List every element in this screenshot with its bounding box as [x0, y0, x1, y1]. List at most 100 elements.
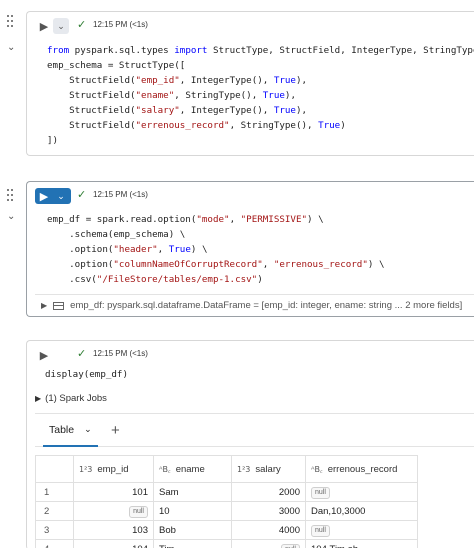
code-string: "errenous_record" — [135, 120, 230, 131]
code-editor[interactable]: emp_df = spark.read.option("mode", "PERM… — [27, 212, 474, 287]
code-string: "PERMISSIVE" — [240, 214, 308, 225]
table-cell-ename[interactable]: 10 — [153, 501, 232, 521]
code-editor[interactable]: from pyspark.sql.types import StructType… — [27, 43, 474, 148]
code-string: "columnNameOfCorruptRecord" — [113, 259, 263, 270]
table-cell-errenous_record[interactable]: null — [305, 482, 418, 502]
code-text: , IntegerType(), — [179, 105, 274, 116]
code-text: .option( — [47, 244, 114, 255]
table-row: 3 103 Bob 4000 null — [35, 520, 418, 540]
code-editor[interactable]: display(emp_df) — [27, 367, 474, 382]
code-line: StructField("errenous_record", StringTyp… — [47, 118, 474, 133]
code-text: StructField( — [47, 105, 136, 116]
cell-toolbar: ▶ ⌄ ✓ 12:15 PM (<1s) — [27, 182, 474, 208]
table-cell-ename[interactable]: Tim — [153, 539, 232, 548]
code-string: "emp_id" — [135, 75, 180, 86]
table-icon — [53, 301, 65, 310]
column-header-ename[interactable]: ᴬB꜀ ename — [153, 455, 232, 483]
code-text: StructField( — [47, 90, 136, 101]
null-badge: null — [129, 505, 148, 518]
code-keyword: True — [262, 90, 285, 101]
table-row: 2 null 10 3000 Dan,10,3000 — [35, 501, 418, 521]
chevron-down-icon[interactable]: ⌄ — [84, 424, 92, 435]
column-header-emp_id[interactable]: 1²3 emp_id — [73, 455, 154, 483]
table-cell-emp_id[interactable]: 104 — [73, 539, 154, 548]
run-cell-button[interactable]: ▶ — [35, 347, 71, 363]
cell-toolbar: ▶ ✓ 12:15 PM (<1s) — [27, 341, 474, 367]
check-icon: ✓ — [77, 348, 87, 360]
code-line: from pyspark.sql.types import StructType… — [47, 43, 474, 58]
play-icon[interactable]: ▶ — [35, 188, 53, 204]
code-string: "ename" — [135, 90, 175, 101]
dataframe-summary-text: emp_df: pyspark.sql.dataframe.DataFrame … — [70, 300, 463, 311]
table-cell-emp_id[interactable]: null — [73, 501, 154, 521]
run-status-time: 12:15 PM (<1s) — [93, 20, 148, 29]
code-text: , — [229, 214, 241, 225]
spark-jobs-toggle[interactable]: ▶ (1) Spark Jobs — [35, 393, 107, 404]
code-text: .schema(emp_schema) \ — [47, 229, 186, 240]
table-cell-emp_id[interactable]: 103 — [73, 520, 154, 540]
chevron-down-icon[interactable]: ⌄ — [53, 18, 69, 34]
table-cell-salary[interactable]: null — [231, 539, 306, 548]
collapse-chevron-icon[interactable]: ⌄ — [7, 211, 15, 222]
chevron-down-icon[interactable]: ⌄ — [53, 188, 69, 204]
table-cell-salary[interactable]: 3000 — [231, 501, 306, 521]
code-line: StructField("emp_id", IntegerType(), Tru… — [47, 73, 474, 88]
expand-triangle-icon[interactable]: ▶ — [41, 301, 47, 310]
null-badge: null — [311, 524, 330, 537]
table-cell-errenous_record[interactable]: Dan,10,3000 — [305, 501, 418, 521]
code-line: ]) — [47, 133, 474, 148]
add-tab-button[interactable]: + — [111, 422, 120, 439]
code-line: .option("columnNameOfCorruptRecord", "er… — [47, 257, 474, 272]
table-cell-salary[interactable]: 4000 — [231, 520, 306, 540]
run-cell-button[interactable]: ▶ ⌄ — [35, 188, 71, 204]
code-cell-2[interactable]: ▶ ⌄ ✓ 12:15 PM (<1s) emp_df = spark.read… — [26, 181, 474, 317]
code-text: ) — [257, 274, 263, 285]
code-text: , — [157, 244, 169, 255]
code-string: "/FileStore/tables/emp-1.csv" — [96, 274, 258, 285]
code-string: "header" — [113, 244, 158, 255]
code-string: "errenous_record" — [273, 259, 368, 270]
code-line: StructField("ename", StringType(), True)… — [47, 88, 474, 103]
table-row: 4104Tim null 104,Tim,ab — [35, 539, 418, 548]
table-cell-errenous_record[interactable]: 104,Tim,ab — [305, 539, 418, 548]
collapse-chevron-icon[interactable]: ⌄ — [7, 42, 15, 53]
row-index: 1 — [35, 482, 74, 502]
column-header-salary[interactable]: 1²3 salary — [231, 455, 306, 483]
code-text: ), — [295, 75, 308, 86]
play-icon[interactable]: ▶ — [35, 347, 53, 363]
tab-table-label: Table — [49, 423, 75, 436]
drag-handle-icon[interactable] — [7, 189, 15, 201]
code-keyword: True — [318, 120, 341, 131]
code-text: emp_df = spark.read.option( — [47, 214, 197, 225]
cell-toolbar: ▶ ⌄ ✓ 12:15 PM (<1s) — [27, 12, 474, 38]
code-line: display(emp_df) — [45, 367, 474, 382]
code-cell-3[interactable]: ▶ ✓ 12:15 PM (<1s) display(emp_df) ▶ (1) … — [26, 340, 474, 548]
code-keyword: True — [273, 105, 296, 116]
code-string: "salary" — [135, 105, 180, 116]
integer-type-icon: 1²3 — [237, 464, 251, 474]
code-text: ) \ — [367, 259, 385, 270]
table-cell-emp_id[interactable]: 101 — [73, 482, 154, 502]
code-line: .schema(emp_schema) \ — [47, 227, 474, 242]
table-cell-errenous_record[interactable]: null — [305, 520, 418, 540]
column-header-errenous_record[interactable]: ᴬB꜀ errenous_record — [305, 455, 418, 483]
row-index: 2 — [35, 501, 74, 521]
expand-triangle-icon[interactable]: ▶ — [35, 394, 41, 403]
table-cell-ename[interactable]: Bob — [153, 520, 232, 540]
code-text: ), — [295, 105, 308, 116]
play-icon[interactable]: ▶ — [35, 18, 53, 34]
code-text: ) \ — [307, 214, 324, 225]
drag-handle-icon[interactable] — [7, 15, 15, 27]
code-line: .option("header", True) \ — [47, 242, 474, 257]
code-text: , StringType(), — [174, 90, 263, 101]
row-index-header — [35, 455, 74, 483]
table-cell-salary[interactable]: 2000 — [231, 482, 306, 502]
run-cell-button[interactable]: ▶ ⌄ — [35, 18, 71, 34]
result-tabs: Table ⌄ + — [35, 413, 474, 447]
table-cell-ename[interactable]: Sam — [153, 482, 232, 502]
code-cell-1[interactable]: ▶ ⌄ ✓ 12:15 PM (<1s) from pyspark.sql.ty… — [26, 11, 474, 156]
dataframe-summary[interactable]: ▶ emp_df: pyspark.sql.dataframe.DataFram… — [35, 294, 474, 316]
code-string: "mode" — [196, 214, 230, 225]
table-row: 1 101 Sam 2000 null — [35, 482, 418, 502]
tab-table[interactable]: Table ⌄ — [43, 414, 98, 447]
